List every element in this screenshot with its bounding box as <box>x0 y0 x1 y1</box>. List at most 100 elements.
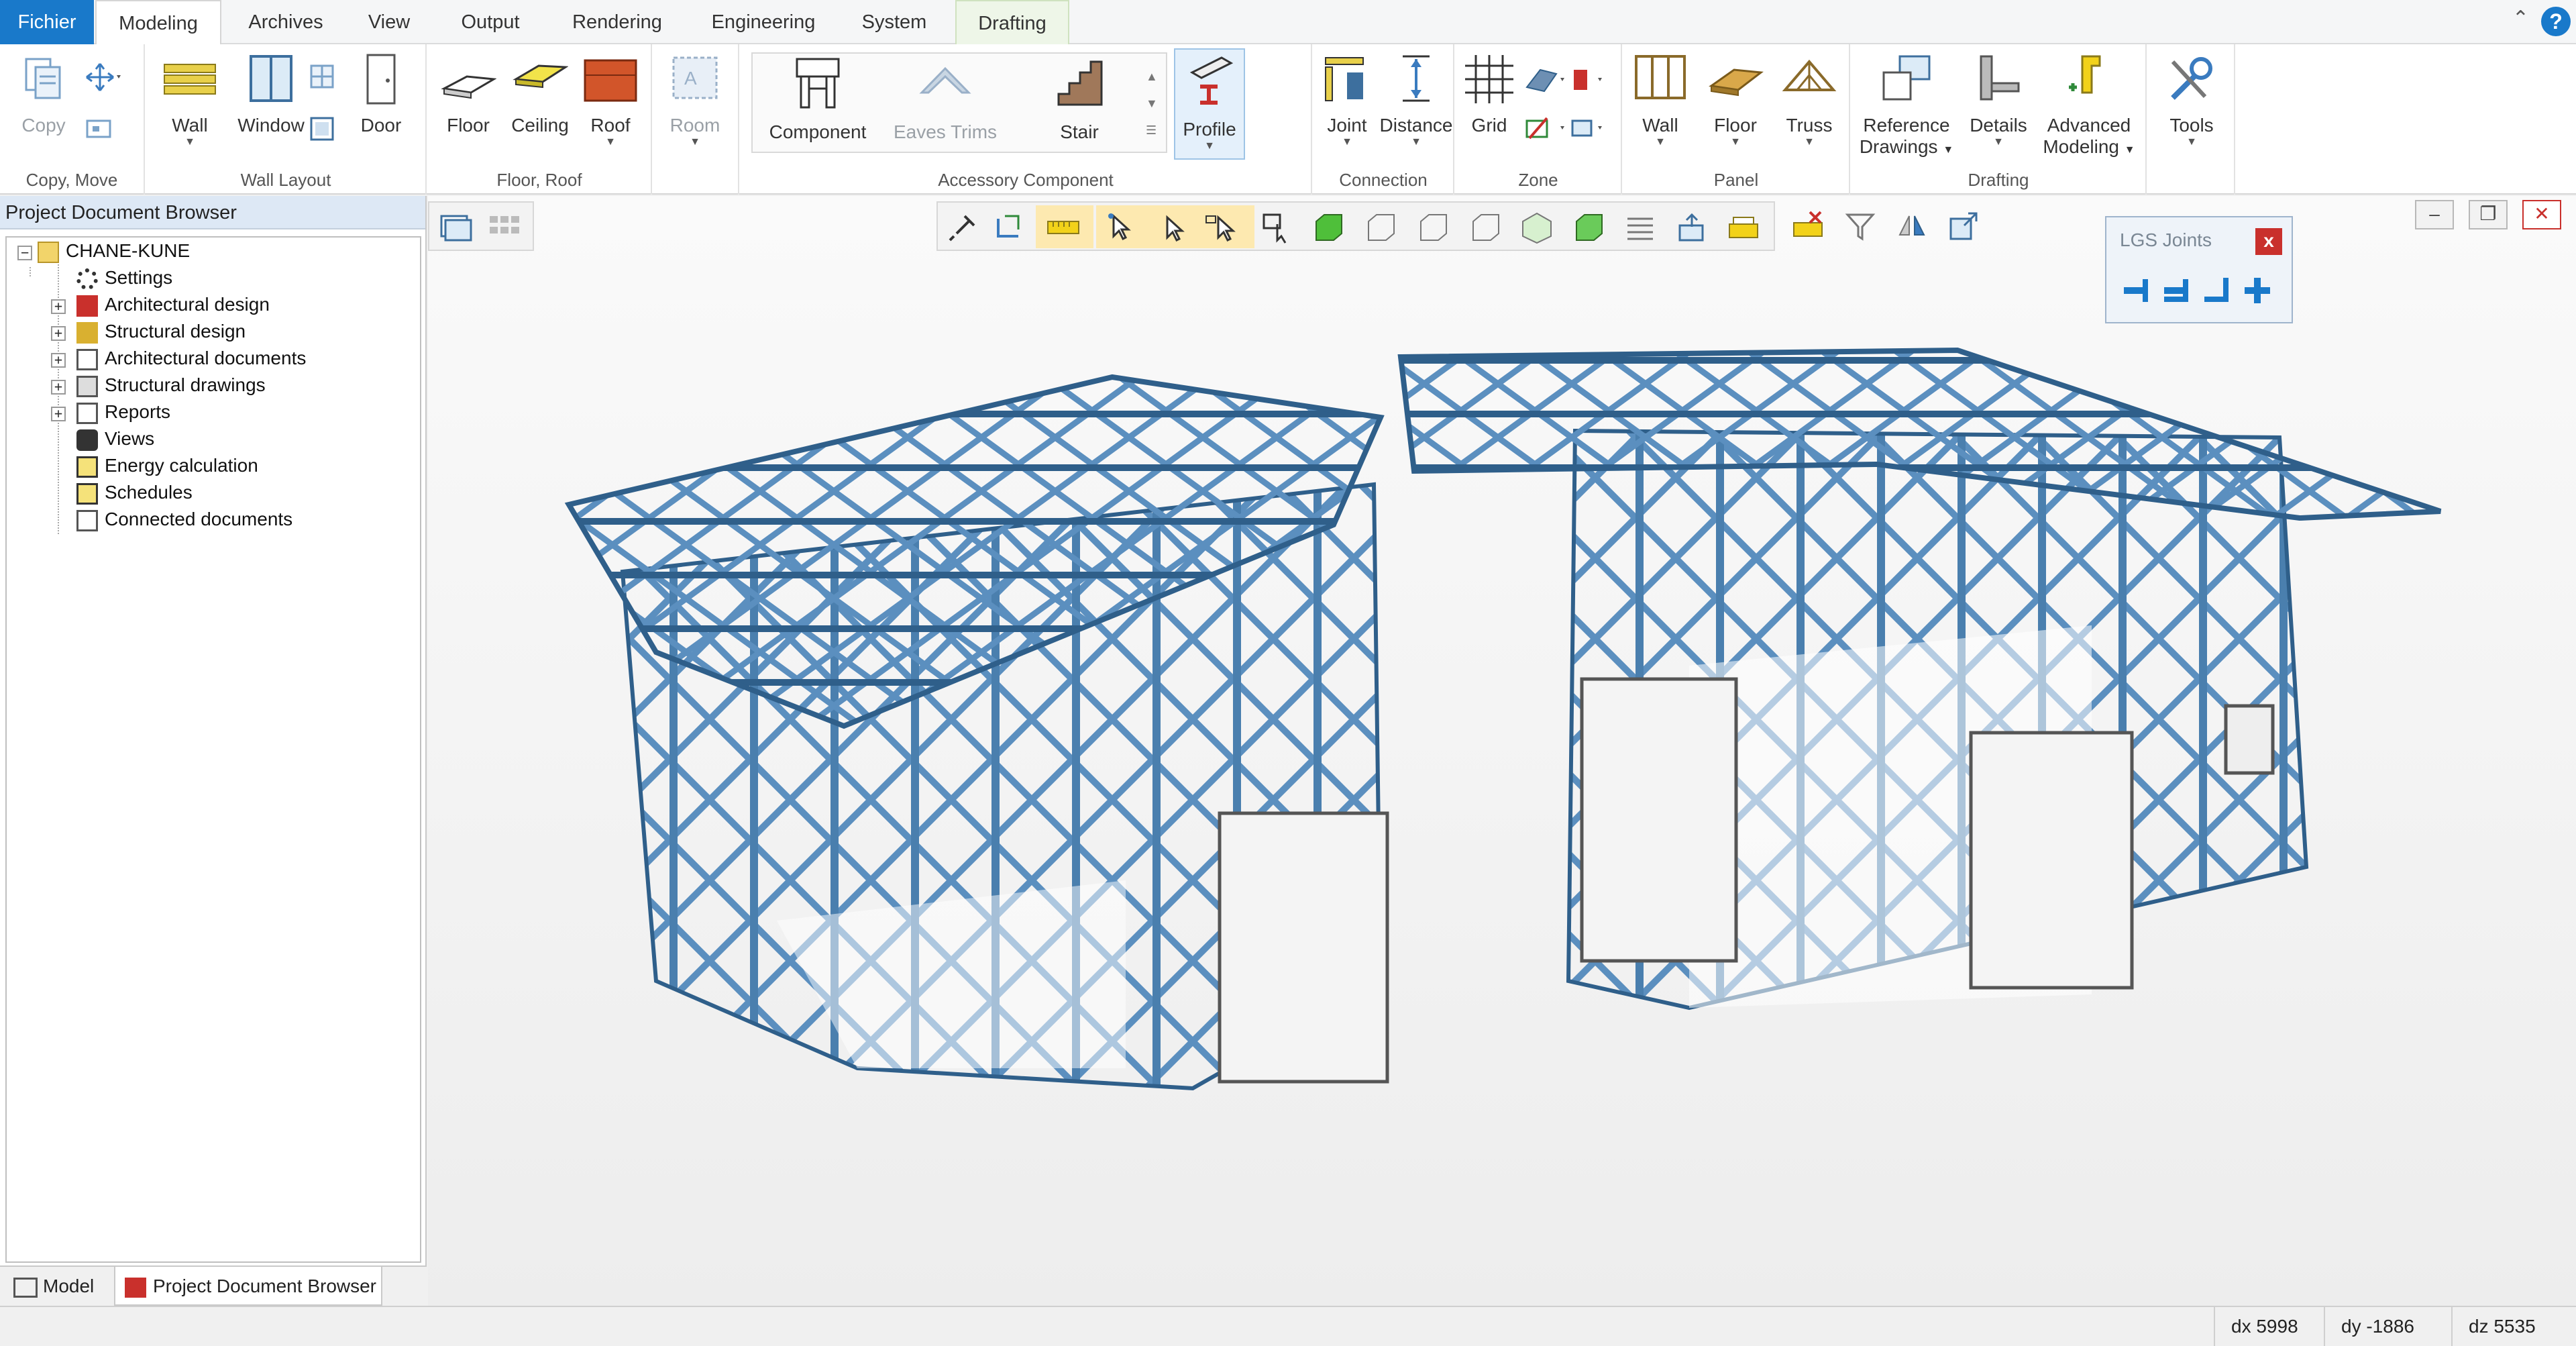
tab-engineering[interactable]: Engineering <box>698 0 829 44</box>
tab-archives[interactable]: Archives <box>232 0 339 44</box>
copy-icon <box>25 58 61 99</box>
group-connection: Joint ▼ Distance ▼ Connection <box>1313 44 1454 195</box>
profile-button[interactable]: Profile ▼ <box>1174 48 1245 160</box>
tab-modeling[interactable]: Modeling <box>95 0 221 46</box>
tree-item-reports[interactable]: Reports <box>76 399 170 425</box>
viewport-close-button[interactable]: ✕ <box>2522 200 2561 229</box>
advanced-modeling-button[interactable]: Advanced Modeling ▼ <box>2034 52 2144 158</box>
lgs-joints-panel: LGS Joints x <box>2105 216 2293 323</box>
tab-project-document-browser[interactable]: Project Document Browser <box>114 1267 382 1306</box>
tab-system[interactable]: System <box>851 0 938 44</box>
drawing-icon <box>76 375 98 397</box>
panel-wall-button[interactable]: Wall ▼ <box>1623 52 1697 148</box>
tree-expand-reports[interactable]: + <box>51 407 66 421</box>
viewport-minimize-button[interactable]: – <box>2415 200 2454 229</box>
tab-fichier[interactable]: Fichier <box>0 0 94 44</box>
tree-expand-structural-drawings[interactable]: + <box>51 380 66 395</box>
tab-view[interactable]: View <box>354 0 424 44</box>
zone-marker-icon[interactable] <box>1568 63 1609 97</box>
roof-button[interactable]: Roof ▼ <box>577 52 644 148</box>
schedule-icon <box>76 482 98 505</box>
stair-label: Stair <box>1060 121 1099 142</box>
panel-bottom-tabs: Model Project Document Browser <box>0 1265 427 1306</box>
3d-viewport[interactable]: LGS Joints x – ❐ ✕ <box>428 196 2576 1306</box>
tree-item-label: Energy calculation <box>105 455 258 476</box>
tree-item-structural-design[interactable]: Structural design <box>76 318 246 345</box>
group-wall-layout: Wall ▼ Window Door Wall Layout <box>146 44 427 195</box>
reference-drawings-button[interactable]: Reference Drawings ▼ <box>1851 52 1962 158</box>
tree-item-views[interactable]: Views <box>76 425 154 452</box>
tree-item-settings[interactable]: Settings <box>76 264 172 291</box>
tree-expand-structural-design[interactable]: + <box>51 326 66 341</box>
tab-rendering[interactable]: Rendering <box>557 0 678 44</box>
joint-button[interactable]: Joint ▼ <box>1313 52 1381 148</box>
floor-button[interactable]: Floor <box>435 52 502 136</box>
grid-icon <box>1465 55 1513 103</box>
eaves-trims-button[interactable]: Eaves Trims <box>888 52 1002 143</box>
panel-floor-button[interactable]: Floor ▼ <box>1699 52 1772 148</box>
3d-model-canvas[interactable] <box>428 196 2576 1306</box>
structural-design-icon <box>76 321 98 344</box>
tools-button[interactable]: Tools ▼ <box>2155 52 2229 148</box>
tree-expand-architectural-design[interactable]: + <box>51 299 66 314</box>
tree-item-architectural-documents[interactable]: Architectural documents <box>76 345 306 372</box>
advanced-modeling-label-1: Advanced <box>2047 115 2131 136</box>
middle-door <box>1580 677 1738 963</box>
status-bar: dx 5998 dy -1886 dz 5535 <box>0 1306 2576 1346</box>
truss-button[interactable]: Truss ▼ <box>1772 52 1846 148</box>
tree-item-connected-documents[interactable]: Connected documents <box>76 506 292 533</box>
details-button[interactable]: Details ▼ <box>1962 52 2035 148</box>
grid-button[interactable]: Grid <box>1456 52 1523 136</box>
copy-button[interactable]: Copy <box>13 52 74 136</box>
component-icon <box>796 58 840 109</box>
zone-plane-icon[interactable] <box>1523 63 1570 97</box>
move-icon[interactable] <box>83 60 123 94</box>
right-door <box>1969 731 2134 990</box>
panel-wall-icon <box>1635 55 1686 99</box>
tree-collapse-root[interactable]: − <box>17 246 32 260</box>
collapse-ribbon-icon[interactable]: ⌃ <box>2512 7 2529 30</box>
stair-button[interactable]: Stair <box>1036 52 1123 143</box>
window-button[interactable]: Window <box>231 52 311 136</box>
tab-drafting[interactable]: Drafting <box>955 0 1069 44</box>
lgs-joint-l-icon[interactable] <box>2160 274 2194 307</box>
zone-view-icon[interactable] <box>1568 111 1609 145</box>
help-icon[interactable]: ? <box>2541 7 2571 36</box>
room-button[interactable]: A Room ▼ <box>661 52 729 148</box>
ceiling-icon <box>513 64 569 89</box>
window-icon <box>250 55 292 102</box>
zone-edit-icon[interactable] <box>1523 111 1570 145</box>
advanced-modeling-icon <box>2069 55 2101 94</box>
profile-label: Profile <box>1183 119 1236 140</box>
door-label: Door <box>360 115 402 136</box>
lgs-joint-corner-icon[interactable] <box>2200 274 2234 307</box>
component-button[interactable]: Component <box>761 52 875 143</box>
group-label-connection: Connection <box>1339 170 1428 190</box>
tab-model[interactable]: Model <box>13 1267 107 1306</box>
tree-item-energy-calculation[interactable]: Energy calculation <box>76 452 258 479</box>
tree-item-schedules[interactable]: Schedules <box>76 479 193 506</box>
mirror-icon[interactable] <box>85 115 114 142</box>
lgs-joint-cross-icon[interactable] <box>2241 274 2274 307</box>
tree-item-structural-drawings[interactable]: Structural drawings <box>76 372 266 399</box>
profile-icon <box>1189 56 1234 105</box>
door-button[interactable]: Door <box>347 52 415 136</box>
app-window: Fichier Modeling Archives View Output Re… <box>0 0 2576 1346</box>
lgs-close-button[interactable]: x <box>2255 228 2282 255</box>
tree-item-architectural-design[interactable]: Architectural design <box>76 291 270 318</box>
energy-icon <box>76 456 98 478</box>
lgs-joint-t-icon[interactable] <box>2120 274 2153 307</box>
group-floor-roof: Floor Ceiling Roof ▼ Floor, Roof <box>428 44 652 195</box>
opening-icon[interactable] <box>307 62 337 91</box>
status-dx: dx 5998 <box>2214 1307 2324 1346</box>
tree-expand-architectural-documents[interactable]: + <box>51 353 66 368</box>
gallery-scroll-icon[interactable]: ▲ ▼ ☰ <box>1146 63 1158 144</box>
tab-output[interactable]: Output <box>447 0 534 44</box>
niche-icon[interactable] <box>307 114 337 144</box>
wall-button[interactable]: Wall ▼ <box>153 52 227 148</box>
status-dy: dy -1886 <box>2324 1307 2451 1346</box>
distance-button[interactable]: Distance ▼ <box>1379 52 1453 148</box>
tree-root[interactable]: CHANE-KUNE <box>38 238 190 264</box>
viewport-restore-button[interactable]: ❐ <box>2469 200 2508 229</box>
ceiling-button[interactable]: Ceiling <box>503 52 577 136</box>
